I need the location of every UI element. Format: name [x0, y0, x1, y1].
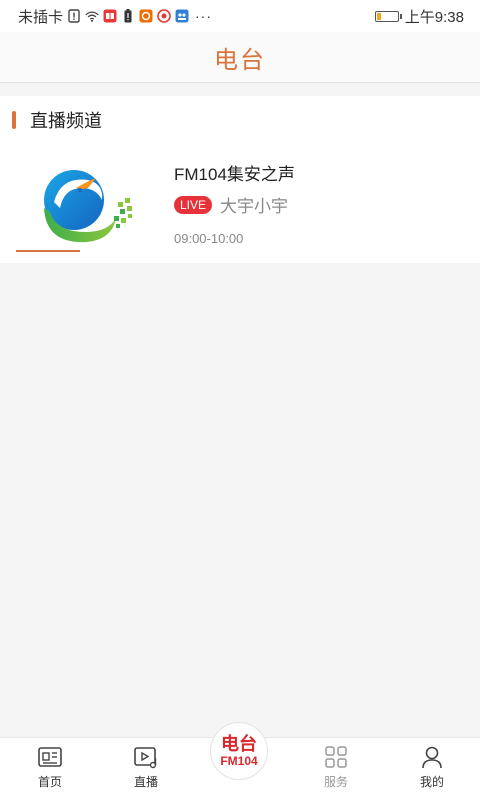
- live-program-row: LIVE 大宇小宇: [174, 192, 288, 217]
- sim-alert-icon: [67, 9, 81, 23]
- bottom-navigation: 首页 直播 电台 FM104 服务 我的: [0, 722, 480, 800]
- radio-center-button[interactable]: 电台 FM104: [210, 722, 268, 780]
- status-bar-right: 上午9:38: [374, 6, 464, 27]
- center-button-subtitle: FM104: [220, 754, 258, 768]
- channel-name[interactable]: FM104集安之声: [174, 160, 295, 185]
- section-header: 直播频道: [12, 108, 102, 132]
- wifi-icon: [85, 9, 99, 23]
- clock-text: 上午9:38: [404, 8, 464, 26]
- red-swirl-icon: [157, 9, 171, 23]
- blue-app-icon: [175, 9, 189, 23]
- nav-item-home[interactable]: 首页: [2, 738, 98, 800]
- nav-label-home: 首页: [37, 775, 62, 789]
- red-app-icon: [103, 9, 117, 23]
- page-title: 电台: [214, 46, 266, 74]
- program-time: 09:00-10:00: [174, 231, 244, 246]
- nav-label-services: 服务: [323, 775, 348, 789]
- carrier-text: 未插卡: [18, 8, 64, 26]
- channel-list-item[interactable]: FM104集安之声 LIVE 大宇小宇 09:00-10:00: [0, 152, 480, 252]
- battery-icon: [374, 10, 402, 22]
- status-bar-left: 未插卡 ···: [18, 6, 212, 27]
- nav-label-live: 直播: [133, 775, 158, 789]
- status-bar: 未插卡 ··· 上午9:38: [0, 0, 480, 32]
- nav-label-me: 我的: [419, 775, 444, 789]
- news-icon: [38, 747, 62, 767]
- more-notifications-icon: ···: [195, 8, 213, 24]
- nav-item-live[interactable]: 直播: [98, 738, 194, 800]
- section-accent-bar: [12, 111, 16, 129]
- nav-item-services[interactable]: 服务: [288, 738, 384, 800]
- battery-level-fill: [376, 12, 381, 20]
- user-icon: [422, 746, 442, 769]
- live-channel-section: 直播频道 FM104集安之声 LIVE 大宇小宇 09:00-10:00: [0, 96, 480, 263]
- section-title: 直播频道: [30, 111, 102, 131]
- center-button-title: 电台: [221, 734, 257, 754]
- nav-item-me[interactable]: 我的: [384, 738, 480, 800]
- orange-app-icon: [139, 9, 153, 23]
- battery-alert-icon: [121, 9, 135, 23]
- live-badge: LIVE: [174, 195, 213, 214]
- program-name: 大宇小宇: [220, 197, 289, 216]
- play-video-icon: [134, 747, 157, 769]
- radio-station-logo[interactable]: [16, 158, 140, 254]
- app-header: 电台: [0, 32, 480, 83]
- grid-icon: [325, 746, 347, 768]
